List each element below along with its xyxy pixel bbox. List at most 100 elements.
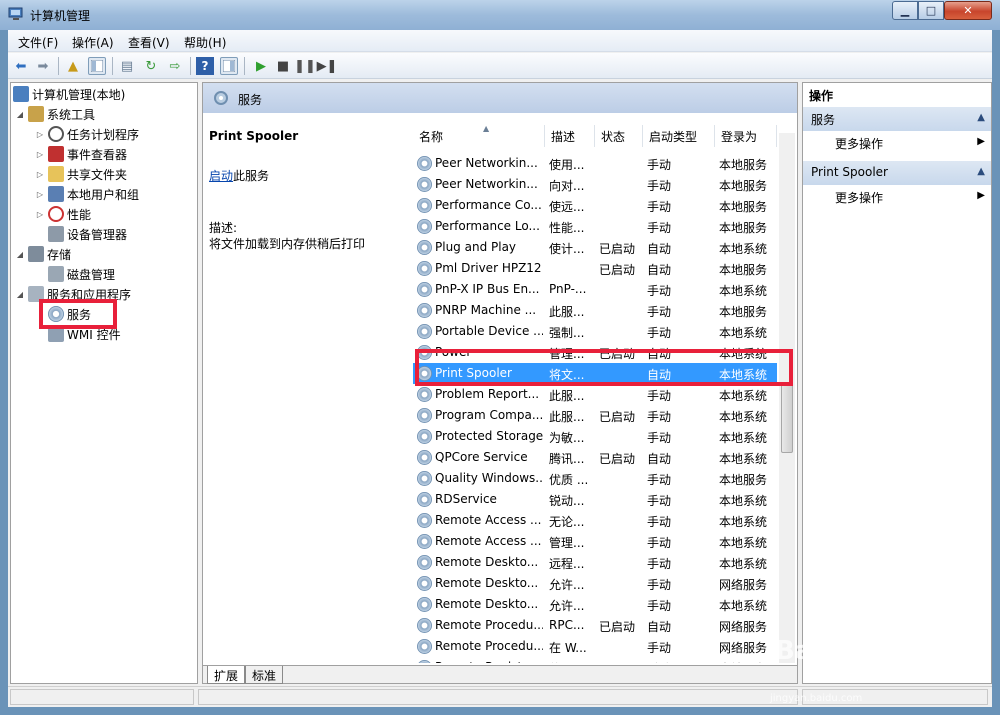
column-header-name[interactable]: ▲ 名称 [413, 124, 545, 147]
gear-icon [417, 534, 432, 549]
table-cell: 本地服务 [719, 660, 773, 663]
start-service-link[interactable]: 启动 [209, 169, 233, 183]
menu-bar: 文件(F) 操作(A) 查看(V) 帮助(H) [8, 30, 992, 52]
table-row[interactable]: Protected Storage 为敏... 手动 本地系统 [413, 426, 777, 447]
tree-item-task-scheduler[interactable]: ▷ 任务计划程序 [35, 125, 139, 143]
table-row[interactable]: Plug and Play 使计... 已启动 自动 本地系统 [413, 237, 777, 258]
table-row[interactable]: Remote Procedu... 在 W... 手动 网络服务 [413, 636, 777, 657]
expander-icon[interactable]: ◢ [15, 110, 25, 119]
tree-item-disk-management[interactable]: 磁盘管理 [35, 265, 115, 283]
minimize-button[interactable]: ▁ [892, 1, 918, 20]
services-panel: 服务 Print Spooler 启动此服务 描述: 将文件加载到内存供稍后打印… [202, 82, 798, 684]
gear-icon [417, 303, 432, 318]
menu-help[interactable]: 帮助(H) [184, 34, 226, 51]
tree-item-local-users[interactable]: ▷ 本地用户和组 [35, 185, 139, 203]
table-row[interactable]: Remote Access ... 无论... 手动 本地系统 [413, 510, 777, 531]
baidu-watermark-url: jingyan.baidu.com [770, 693, 863, 704]
export-list-icon[interactable]: ⇨ [166, 57, 184, 75]
show-hide-action-pane-icon[interactable] [220, 57, 238, 75]
scrollbar-thumb[interactable] [781, 383, 793, 453]
back-icon[interactable]: ⬅ [12, 57, 30, 75]
help-icon[interactable]: ? [196, 57, 214, 75]
table-row[interactable]: Performance Lo... 性能... 手动 本地服务 [413, 216, 777, 237]
column-header-status[interactable]: 状态 [595, 125, 643, 147]
tree-item-performance[interactable]: ▷ 性能 [35, 205, 91, 223]
table-row[interactable]: Portable Device ... 强制... 手动 本地系统 [413, 321, 777, 342]
more-actions-services[interactable]: 更多操作 [835, 135, 883, 152]
tab-standard[interactable]: 标准 [245, 666, 284, 684]
gear-icon [417, 240, 432, 255]
table-cell: 自动 [647, 452, 672, 466]
tree-item-event-viewer[interactable]: ▷ 事件查看器 [35, 145, 127, 163]
pause-service-icon[interactable]: ❚❚ [294, 57, 316, 75]
table-cell: 允许... [549, 578, 585, 592]
column-header-description[interactable]: 描述 [545, 125, 595, 147]
expander-icon[interactable]: ◢ [15, 250, 25, 259]
up-folder-icon[interactable]: ▲ [64, 57, 82, 75]
collapse-icon[interactable]: ▲ [977, 112, 985, 123]
menu-file[interactable]: 文件(F) [18, 34, 58, 51]
table-cell: 手动 [647, 410, 672, 424]
start-service-icon[interactable]: ▶ [252, 57, 270, 75]
table-row[interactable]: Remote Registry 使远... 手动 本地服务 [413, 657, 777, 663]
table-row[interactable]: Quality Windows... 优质 ... 手动 本地服务 [413, 468, 777, 489]
table-cell: Remote Deskto... [435, 597, 539, 611]
actions-section-print-spooler[interactable]: Print Spooler ▲ [803, 161, 991, 185]
table-row[interactable]: Peer Networkin... 使用... 手动 本地服务 [413, 153, 777, 174]
stop-service-icon[interactable]: ■ [274, 57, 292, 75]
table-row[interactable]: Remote Procedu... RPC... 已启动 自动 网络服务 [413, 615, 777, 636]
window-client: 文件(F) 操作(A) 查看(V) 帮助(H) ⬅ ➡ ▲ ▤ ↻ ⇨ ? ▶ … [8, 30, 992, 707]
table-cell: Remote Deskto... [435, 555, 539, 569]
table-row[interactable]: Peer Networkin... 向对... 手动 本地服务 [413, 174, 777, 195]
restart-service-icon[interactable]: ▶❚ [317, 57, 338, 75]
forward-icon[interactable]: ➡ [34, 57, 52, 75]
collapse-icon[interactable]: ▲ [977, 166, 985, 177]
table-row[interactable]: Problem Report... 此服... 手动 本地系统 [413, 384, 777, 405]
table-row[interactable]: RDService 锐动... 手动 本地系统 [413, 489, 777, 510]
table-row[interactable]: Program Compa... 此服... 已启动 手动 本地系统 [413, 405, 777, 426]
table-row[interactable]: Pml Driver HPZ12 已启动 自动 本地服务 [413, 258, 777, 279]
expander-icon[interactable]: ▷ [35, 170, 45, 179]
table-row[interactable]: Remote Deskto... 远程... 手动 本地系统 [413, 552, 777, 573]
tree-item-storage[interactable]: ◢ 存储 [15, 245, 71, 263]
table-row[interactable]: QPCore Service 腾讯... 已启动 自动 本地系统 [413, 447, 777, 468]
table-cell: 自动 [647, 263, 672, 277]
expander-icon[interactable]: ▷ [35, 130, 45, 139]
expander-icon[interactable]: ▷ [35, 150, 45, 159]
table-cell: 本地系统 [719, 599, 768, 613]
tree-root[interactable]: 计算机管理(本地) [13, 85, 125, 103]
tree-item-system-tools[interactable]: ◢ 系统工具 [15, 105, 95, 123]
tree-item-shared-folders[interactable]: ▷ 共享文件夹 [35, 165, 127, 183]
tab-extended[interactable]: 扩展 [207, 666, 246, 684]
tree-item-label: 设备管理器 [67, 227, 128, 242]
expander-icon[interactable]: ▷ [35, 210, 45, 219]
close-button[interactable]: ✕ [944, 1, 992, 20]
table-cell: 手动 [647, 200, 672, 214]
expander-icon[interactable]: ◢ [15, 290, 25, 299]
show-hide-tree-icon[interactable] [88, 57, 106, 75]
table-row[interactable]: Remote Deskto... 允许... 手动 网络服务 [413, 573, 777, 594]
table-row[interactable]: Remote Access ... 管理... 手动 本地系统 [413, 531, 777, 552]
more-actions-print-spooler[interactable]: 更多操作 [835, 189, 883, 206]
actions-section-services[interactable]: 服务 ▲ [803, 107, 991, 131]
menu-action[interactable]: 操作(A) [72, 34, 114, 51]
minimize-icon: ▁ [900, 4, 910, 17]
table-cell: 手动 [647, 660, 713, 663]
menu-view[interactable]: 查看(V) [128, 34, 170, 51]
tree-root-label: 计算机管理(本地) [32, 87, 126, 102]
tree-item-device-manager[interactable]: 设备管理器 [35, 225, 127, 243]
column-header-logon-as[interactable]: 登录为 [715, 125, 777, 147]
table-cell: Quality Windows... [435, 471, 543, 485]
column-header-startup-type[interactable]: 启动类型 [643, 125, 715, 147]
expander-icon[interactable]: ▷ [35, 190, 45, 199]
highlight-box-services [39, 299, 117, 329]
table-cell: 优质 ... [549, 473, 589, 487]
gear-icon [417, 639, 432, 654]
maximize-button[interactable]: □ [918, 1, 944, 20]
table-row[interactable]: PNRP Machine ... 此服... 手动 本地服务 [413, 300, 777, 321]
table-row[interactable]: Remote Deskto... 允许... 手动 本地系统 [413, 594, 777, 615]
table-row[interactable]: PnP-X IP Bus En... PnP-... 手动 本地系统 [413, 279, 777, 300]
table-row[interactable]: Performance Co... 使远... 手动 本地服务 [413, 195, 777, 216]
refresh-icon[interactable]: ↻ [142, 57, 160, 75]
properties-icon[interactable]: ▤ [118, 57, 136, 75]
